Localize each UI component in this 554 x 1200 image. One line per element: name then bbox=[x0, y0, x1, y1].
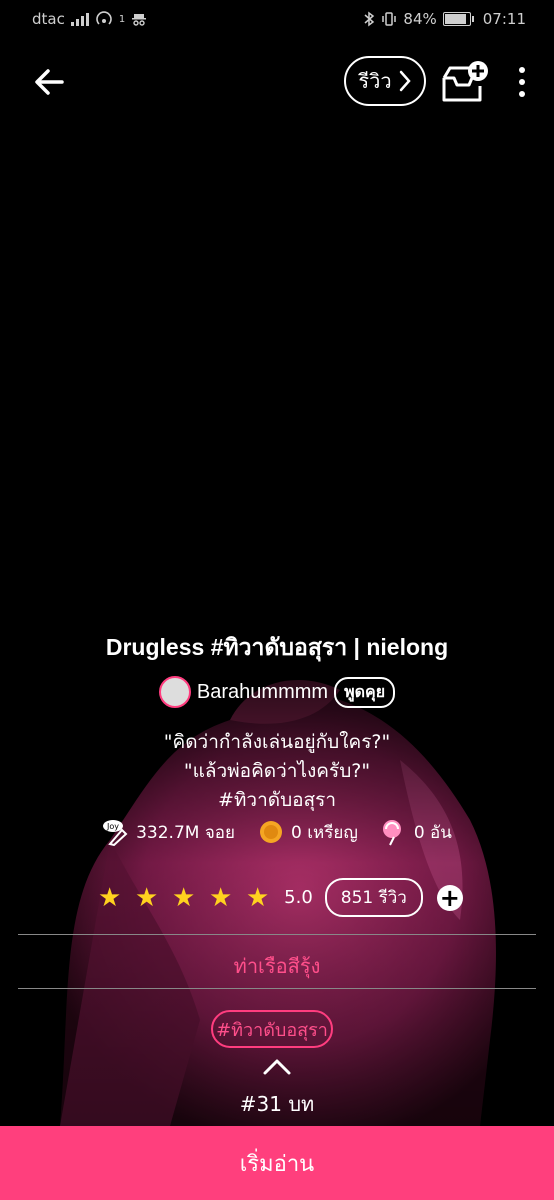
divider bbox=[18, 988, 536, 989]
more-options-icon[interactable] bbox=[512, 64, 532, 100]
star-icon: ★ bbox=[171, 882, 196, 913]
review-count-button[interactable]: 851 รีวิว bbox=[324, 878, 423, 917]
battery-percent: 84% bbox=[403, 10, 437, 28]
chevron-up-icon[interactable] bbox=[262, 1057, 292, 1077]
views-count: 332.7M จอย bbox=[136, 822, 235, 843]
rating-value: 5.0 bbox=[284, 887, 313, 908]
story-title: Drugless #ทิวาดับอสุรา | nielong bbox=[105, 634, 449, 660]
review-button-label: รีวิว bbox=[358, 69, 392, 93]
author-row: Barahummmm พูดคุย bbox=[0, 676, 554, 708]
description-line: "คิดว่ากำลังเล่นอยู่กับใคร?" bbox=[163, 731, 391, 753]
carrier-label: dtac bbox=[32, 10, 65, 28]
lollipop-icon bbox=[382, 820, 401, 846]
description-line: #ทิวาดับอสุรา bbox=[217, 789, 337, 811]
category-link[interactable]: ท่าเรือสีรุ้ง bbox=[0, 950, 554, 982]
coin-icon bbox=[259, 821, 282, 843]
description-line: "แล้วพ่อคิดว่าไงครับ?" bbox=[183, 760, 371, 782]
chevron-right-icon bbox=[399, 70, 411, 92]
vibrate-icon bbox=[382, 12, 397, 26]
notification-badge: 1 bbox=[118, 13, 126, 25]
star-icon: ★ bbox=[208, 882, 233, 913]
star-icon: ★ bbox=[245, 882, 270, 913]
tag-chip[interactable]: #ทิวาดับอสุรา bbox=[211, 1010, 333, 1048]
rating-row: ★ ★ ★ ★ ★ 5.0 851 รีวิว + bbox=[0, 878, 554, 917]
joy-pen-icon: Joy bbox=[103, 820, 128, 846]
views-stat: Joy 332.7M จอย bbox=[102, 818, 235, 846]
clock: 07:11 bbox=[482, 10, 526, 28]
incognito-icon bbox=[132, 14, 147, 26]
candies-count: 0 อัน bbox=[413, 822, 452, 843]
bluetooth-icon bbox=[364, 11, 375, 27]
candies-stat: 0 อัน bbox=[380, 818, 452, 846]
review-button[interactable]: รีวิว bbox=[344, 56, 426, 106]
coins-count: 0 เหรียญ bbox=[290, 822, 358, 843]
talk-button[interactable]: พูดคุย bbox=[334, 676, 396, 708]
back-arrow-icon[interactable] bbox=[28, 60, 72, 104]
add-to-library-icon[interactable] bbox=[438, 58, 494, 106]
episode-count: #31 บท bbox=[239, 1092, 315, 1116]
story-stats: Joy 332.7M จอย 0 เหรียญ 0 อัน bbox=[0, 818, 554, 846]
signal-icon bbox=[70, 12, 89, 26]
author-name[interactable]: Barahummmm bbox=[197, 681, 328, 704]
coins-stat: 0 เหรียญ bbox=[257, 818, 358, 846]
battery-icon bbox=[442, 12, 474, 26]
svg-text:Joy: Joy bbox=[106, 822, 119, 831]
start-reading-button[interactable]: เริ่มอ่าน bbox=[0, 1126, 554, 1200]
divider bbox=[18, 934, 536, 935]
add-review-icon[interactable]: + bbox=[436, 884, 463, 911]
story-description: "คิดว่ากำลังเล่นอยู่กับใคร?" "แล้วพ่อคิด… bbox=[0, 728, 554, 815]
author-avatar[interactable] bbox=[158, 676, 191, 708]
star-icon: ★ bbox=[134, 882, 159, 913]
star-icon: ★ bbox=[97, 882, 122, 913]
hotspot-icon bbox=[96, 11, 112, 25]
status-bar: dtac 1 84% 07:11 bbox=[0, 0, 554, 40]
